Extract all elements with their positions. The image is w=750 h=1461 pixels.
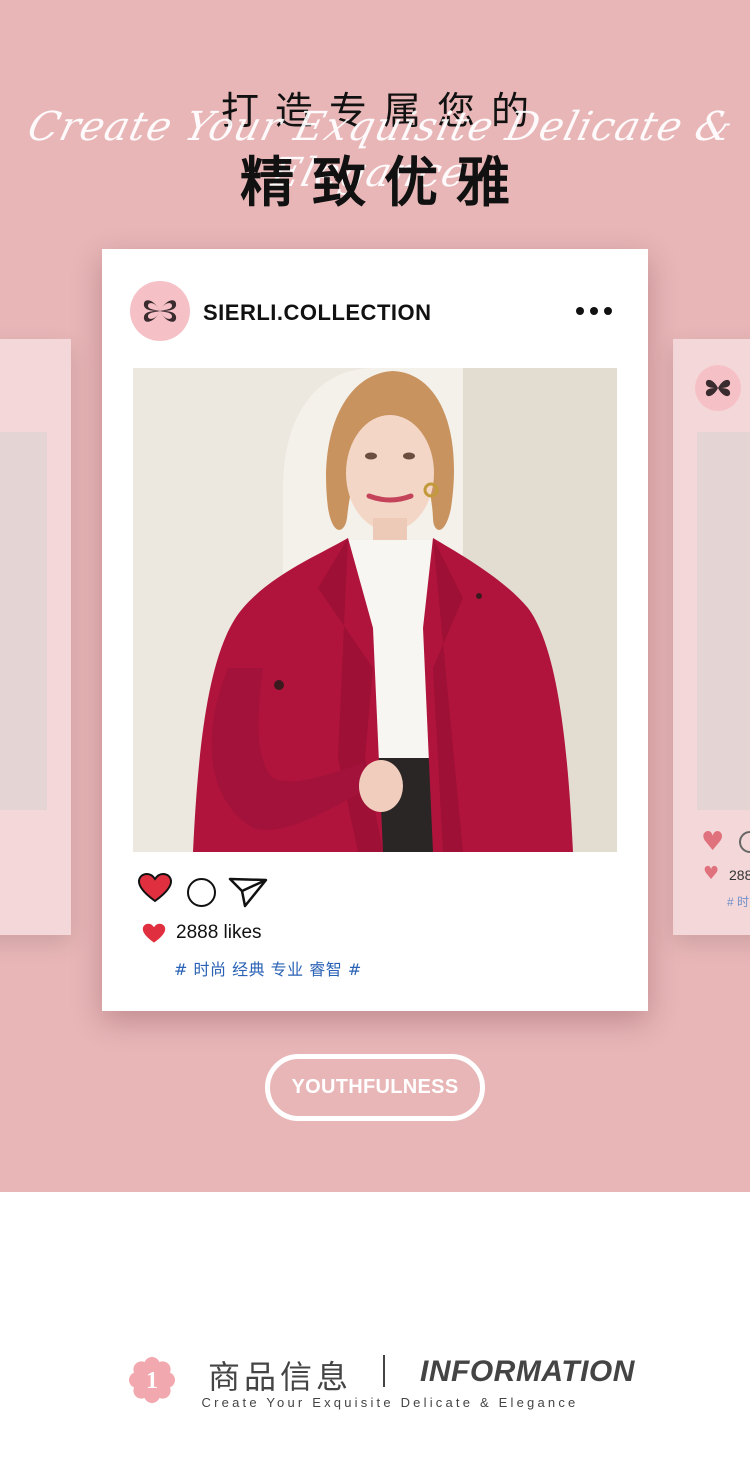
info-subtitle: Create Your Exquisite Delicate & Eleganc… [201,1395,579,1410]
side-post-card-left[interactable] [0,339,71,935]
likes-count[interactable]: 2888 likes [176,922,262,944]
hero-section: 打造专属您的 Create Your Exquisite Delicate & … [0,0,750,1192]
heart-icon[interactable] [138,873,172,903]
model-illustration [133,368,617,852]
info-section [0,1192,750,1461]
butterfly-logo-icon[interactable] [130,281,190,341]
info-title-cn: 商品信息 [208,1358,353,1396]
more-dots-icon[interactable] [576,307,612,315]
headline-line2: 精致优雅 [240,151,528,214]
section-number: 1 [146,1368,158,1394]
hashtags[interactable]: # 时尚 经典 专业 睿智 # [174,956,362,980]
youthfulness-badge[interactable]: YOUTHFULNESS [265,1054,485,1121]
butterfly-logo-icon [695,365,741,411]
heart-icon[interactable]: ♥ [701,829,724,855]
side-hashtags: # 时 [727,895,750,909]
title-separator [383,1355,385,1387]
account-name[interactable]: SIERLI.COLLECTION [203,300,432,326]
comment-icon[interactable] [187,878,216,907]
comment-icon[interactable] [739,831,750,853]
post-card: SIERLI.COLLECTION 2888 likes # 时尚 经典 专业 … [102,249,648,1011]
side-likes-count: 288 [729,867,750,883]
likes-heart-icon [142,923,166,943]
side-post-image [0,432,47,810]
info-title-en: INFORMATION [420,1355,635,1388]
side-post-card-right[interactable]: ♥ ♥ 288 # 时 [673,339,750,935]
post-photo[interactable] [133,368,617,852]
send-icon[interactable] [228,876,268,908]
likes-heart-icon: ♥ [703,863,720,884]
side-post-image [697,432,750,810]
